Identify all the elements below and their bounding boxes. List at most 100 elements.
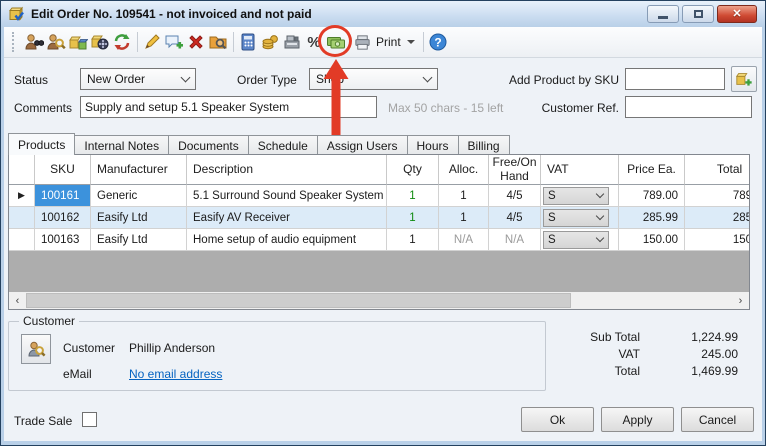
cell-qty: 1 xyxy=(387,185,439,207)
vat-dropdown[interactable]: S xyxy=(543,187,609,205)
maximize-button[interactable] xyxy=(682,5,714,23)
total-label: Total xyxy=(544,364,640,378)
status-value: New Order xyxy=(87,72,182,86)
table-row[interactable]: 100163 Easify Ltd Home setup of audio eq… xyxy=(9,229,750,251)
table-row[interactable]: ▶ 100161 Generic 5.1 Surround Sound Spea… xyxy=(9,185,750,207)
column-header-price-ea[interactable]: Price Ea. xyxy=(619,155,685,185)
add-product-by-sku-label: Add Product by SKU xyxy=(499,73,619,87)
cell-free-on-hand: N/A xyxy=(489,229,541,251)
cell-manufacturer: Easify Ltd xyxy=(91,207,187,229)
tab-schedule[interactable]: Schedule xyxy=(248,135,318,155)
comments-label: Comments xyxy=(14,101,72,115)
printer-icon xyxy=(353,33,372,52)
email-link[interactable]: No email address xyxy=(129,367,222,381)
customer-name-value: Phillip Anderson xyxy=(129,341,215,355)
scroll-left-arrow[interactable]: ‹ xyxy=(9,292,26,309)
tab-billing[interactable]: Billing xyxy=(458,135,510,155)
money-icon[interactable] xyxy=(326,32,346,52)
add-product-cube-icon xyxy=(735,70,753,88)
add-product-sku-input[interactable] xyxy=(625,68,725,90)
products-icon[interactable] xyxy=(68,32,88,52)
title-bar: Edit Order No. 109541 - not invoiced and… xyxy=(1,1,765,27)
cell-qty: 1 xyxy=(387,229,439,251)
table-row[interactable]: 100162 Easify Ltd Easify AV Receiver 1 1… xyxy=(9,207,750,229)
apply-button[interactable]: Apply xyxy=(601,407,674,432)
refresh-icon[interactable] xyxy=(112,32,132,52)
cell-total: 789.00 xyxy=(685,185,750,207)
trade-sale-checkbox[interactable] xyxy=(82,412,97,427)
cell-total: 150.00 xyxy=(685,229,750,251)
payments-icon[interactable] xyxy=(260,32,280,52)
customer-ref-input[interactable] xyxy=(625,96,752,118)
vat-value: S xyxy=(548,190,556,202)
chevron-down-icon xyxy=(596,212,604,220)
toolbar: % Print xyxy=(4,27,762,58)
tab-documents[interactable]: Documents xyxy=(168,135,249,155)
scrollbar-thumb[interactable] xyxy=(26,293,571,308)
toolbar-separator xyxy=(137,32,138,52)
column-header-sku[interactable]: SKU xyxy=(35,155,91,185)
product-catalog-icon[interactable] xyxy=(90,32,110,52)
close-button[interactable]: ✕ xyxy=(717,5,757,23)
ok-button[interactable]: Ok xyxy=(521,407,594,432)
chevron-down-icon xyxy=(423,72,433,82)
till-icon[interactable] xyxy=(282,32,302,52)
toolbar-grip[interactable] xyxy=(12,32,16,52)
minimize-button[interactable] xyxy=(647,5,679,23)
add-product-button[interactable] xyxy=(731,66,757,92)
edit-order-window: Edit Order No. 109541 - not invoiced and… xyxy=(0,0,766,446)
print-dropdown-arrow-icon xyxy=(407,40,415,44)
status-dropdown[interactable]: New Order xyxy=(80,68,196,90)
order-type-label: Order Type xyxy=(237,73,297,87)
column-header-alloc[interactable]: Alloc. xyxy=(439,155,489,185)
customer-search-icon[interactable] xyxy=(24,32,44,52)
column-header-total[interactable]: Total xyxy=(685,155,750,185)
customer-ref-label: Customer Ref. xyxy=(499,101,619,115)
tab-assign-users[interactable]: Assign Users xyxy=(317,135,408,155)
vat-dropdown[interactable]: S xyxy=(543,231,609,249)
customer-details-icon[interactable] xyxy=(46,32,66,52)
column-header-qty[interactable]: Qty xyxy=(387,155,439,185)
vat-dropdown[interactable]: S xyxy=(543,209,609,227)
find-order-icon[interactable] xyxy=(208,32,228,52)
cell-manufacturer: Generic xyxy=(91,185,187,207)
status-label: Status xyxy=(14,73,48,87)
select-customer-button[interactable] xyxy=(21,334,51,364)
tab-internal-notes[interactable]: Internal Notes xyxy=(74,135,169,155)
cell-free-on-hand: 4/5 xyxy=(489,207,541,229)
tab-hours[interactable]: Hours xyxy=(407,135,459,155)
edit-pencil-icon[interactable] xyxy=(142,32,162,52)
tab-strip: Products Internal Notes Documents Schedu… xyxy=(8,133,509,155)
total-value: 1,469.99 xyxy=(644,364,738,378)
toolbar-separator xyxy=(423,32,424,52)
print-button[interactable]: Print xyxy=(350,31,418,53)
comments-input[interactable] xyxy=(80,96,377,118)
sub-total-value: 1,224.99 xyxy=(644,330,738,344)
customer-group-label: Customer xyxy=(19,314,79,328)
tab-products[interactable]: Products xyxy=(8,133,75,155)
delete-icon[interactable] xyxy=(186,32,206,52)
toolbar-separator xyxy=(233,32,234,52)
email-label: eMail xyxy=(63,367,92,381)
help-icon[interactable]: ? xyxy=(428,32,448,52)
column-header-vat[interactable]: VAT xyxy=(541,155,619,185)
column-header-manufacturer[interactable]: Manufacturer xyxy=(91,155,187,185)
dialog-content: Status New Order Order Type Shop Add Pro… xyxy=(4,58,762,441)
order-type-dropdown[interactable]: Shop xyxy=(309,68,438,90)
calculator-icon[interactable] xyxy=(238,32,258,52)
cell-free-on-hand: 4/5 xyxy=(489,185,541,207)
discount-percent-icon[interactable]: % xyxy=(304,32,324,52)
cell-price: 150.00 xyxy=(619,229,685,251)
products-grid: SKU Manufacturer Description Qty Alloc. … xyxy=(8,154,750,310)
customer-search-icon xyxy=(26,339,46,359)
column-header-free-on-hand[interactable]: Free/On Hand xyxy=(489,155,541,185)
trade-sale-label: Trade Sale xyxy=(14,414,72,428)
add-note-icon[interactable] xyxy=(164,32,184,52)
cancel-button[interactable]: Cancel xyxy=(681,407,754,432)
vat-value: S xyxy=(548,234,556,246)
scroll-right-arrow[interactable]: › xyxy=(732,292,749,309)
cell-qty: 1 xyxy=(387,207,439,229)
window-title: Edit Order No. 109541 - not invoiced and… xyxy=(31,7,312,21)
column-header-description[interactable]: Description xyxy=(187,155,387,185)
print-label: Print xyxy=(376,35,401,49)
